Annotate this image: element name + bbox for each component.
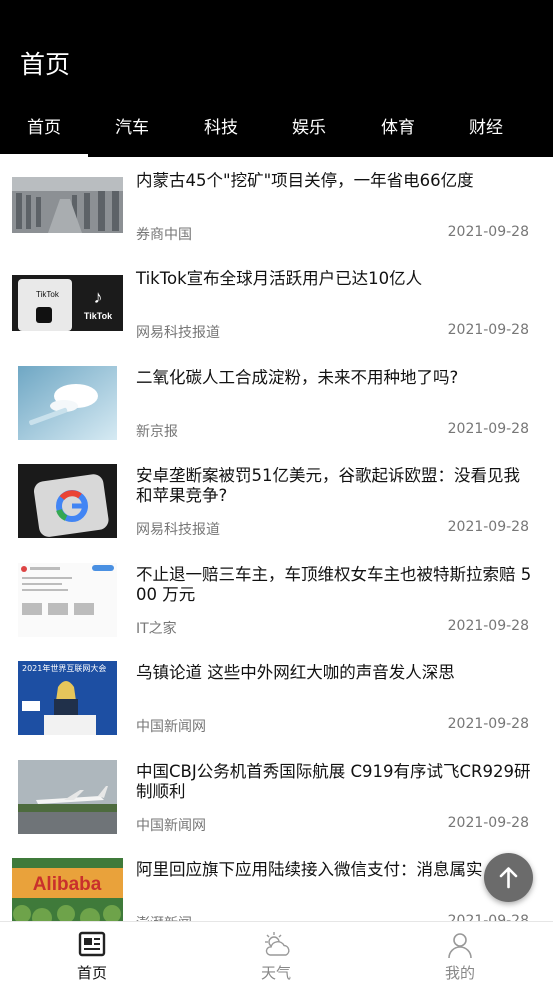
news-date: 2021-09-28 xyxy=(447,716,529,732)
list-item[interactable]: Alibaba 阿里回应旗下应用陆续接入微信支付：消息属实 澎湃新闻 2021-… xyxy=(0,846,553,921)
news-thumbnail xyxy=(18,563,117,637)
news-source: 中国新闻网 xyxy=(136,719,206,735)
list-item[interactable]: 内蒙古45个"挖矿"项目关停，一年省电66亿度 券商中国 2021-09-28 xyxy=(0,157,553,255)
news-date: 2021-09-28 xyxy=(447,421,529,437)
news-date: 2021-09-28 xyxy=(447,519,529,535)
news-thumbnail xyxy=(18,366,117,440)
nav-item-profile[interactable]: 我的 xyxy=(368,922,552,983)
news-title: 不止退一赔三车主，车顶维权女车主也被特斯拉索赔 500 万元 xyxy=(136,565,532,604)
news-date: 2021-09-28 xyxy=(447,913,529,921)
news-title: 乌镇论道 这些中外网红大咖的声音发人深思 xyxy=(136,663,455,682)
news-thumbnail: Alibaba xyxy=(12,858,123,921)
news-source: 网易科技报道 xyxy=(136,325,220,341)
alibaba-logo-text: Alibaba xyxy=(33,874,102,895)
news-date: 2021-09-28 xyxy=(447,322,529,338)
news-title: 二氧化碳人工合成淀粉，未来不用种地了吗? xyxy=(136,368,459,387)
news-title: 内蒙古45个"挖矿"项目关停，一年省电66亿度 xyxy=(136,171,474,190)
arrow-up-icon xyxy=(499,867,518,889)
scroll-to-top-button[interactable] xyxy=(484,853,533,902)
tab-entertainment[interactable]: 娱乐 xyxy=(265,106,353,157)
news-title: 安卓垄断案被罚51亿美元，谷歌起诉欧盟：没看见我和苹果竞争? xyxy=(136,466,520,505)
news-source: IT之家 xyxy=(136,621,177,637)
news-thumbnail xyxy=(18,464,117,538)
tiktok-logo-text: TikTok xyxy=(36,290,60,299)
banner-text: 2021年世界互联网大会 xyxy=(22,663,106,673)
news-source: 中国新闻网 xyxy=(136,818,206,834)
nav-label: 天气 xyxy=(260,964,291,982)
svg-text:♪: ♪ xyxy=(94,287,103,307)
nav-label: 我的 xyxy=(444,964,475,982)
news-thumbnail: 2021年世界互联网大会 xyxy=(18,661,117,735)
bottom-navigation: 首页 天气 我的 xyxy=(0,921,553,983)
news-title: 中国CBJ公务机首秀国际航展 C919有序试飞CR929研制顺利 xyxy=(136,762,531,801)
news-date: 2021-09-28 xyxy=(447,618,529,634)
list-item[interactable]: 中国CBJ公务机首秀国际航展 C919有序试飞CR929研制顺利 中国新闻网 2… xyxy=(0,748,553,846)
news-thumbnail xyxy=(18,760,117,834)
weather-icon xyxy=(265,932,290,956)
news-source: 澎湃新闻 xyxy=(136,913,192,921)
news-date: 2021-09-28 xyxy=(447,815,529,831)
news-source: 网易科技报道 xyxy=(136,522,220,538)
tab-tech[interactable]: 科技 xyxy=(177,106,265,157)
news-source: 券商中国 xyxy=(136,227,192,243)
tab-auto[interactable]: 汽车 xyxy=(88,106,176,157)
list-item[interactable]: 2021年世界互联网大会 乌镇论道 这些中外网红大咖的声音发人深思 中国新闻网 … xyxy=(0,649,553,747)
list-item[interactable]: 不止退一赔三车主，车顶维权女车主也被特斯拉索赔 500 万元 IT之家 2021… xyxy=(0,551,553,649)
news-list[interactable]: 内蒙古45个"挖矿"项目关停，一年省电66亿度 券商中国 2021-09-28 … xyxy=(0,157,553,921)
tab-finance[interactable]: 财经 xyxy=(442,106,530,157)
news-source: 新京报 xyxy=(136,424,178,440)
nav-item-weather[interactable]: 天气 xyxy=(184,922,368,983)
app-bar: 首页 xyxy=(0,26,553,106)
news-title: TikTok宣布全球月活跃用户已达10亿人 xyxy=(136,269,423,288)
profile-icon xyxy=(448,933,472,959)
news-icon xyxy=(78,931,106,957)
news-thumbnail: TikTok ♪ TikTok xyxy=(12,275,123,331)
tab-sports[interactable]: 体育 xyxy=(354,106,442,157)
list-item[interactable]: TikTok ♪ TikTok TikTok宣布全球月活跃用户已达10亿人 网易… xyxy=(0,255,553,353)
tab-home[interactable]: 首页 xyxy=(0,106,88,157)
list-item[interactable]: 安卓垄断案被罚51亿美元，谷歌起诉欧盟：没看见我和苹果竞争? 网易科技报道 20… xyxy=(0,452,553,550)
status-bar xyxy=(0,0,553,26)
news-date: 2021-09-28 xyxy=(447,224,529,240)
nav-item-home[interactable]: 首页 xyxy=(0,922,184,983)
nav-label: 首页 xyxy=(76,964,107,982)
tiktok-logo-text: TikTok xyxy=(84,311,113,321)
list-item[interactable]: 二氧化碳人工合成淀粉，未来不用种地了吗? 新京报 2021-09-28 xyxy=(0,354,553,452)
news-title: 阿里回应旗下应用陆续接入微信支付：消息属实 xyxy=(136,860,483,879)
news-thumbnail xyxy=(12,177,123,233)
category-tabs: 首页 汽车 科技 娱乐 体育 财经 xyxy=(0,106,553,157)
page-title: 首页 xyxy=(20,50,71,79)
